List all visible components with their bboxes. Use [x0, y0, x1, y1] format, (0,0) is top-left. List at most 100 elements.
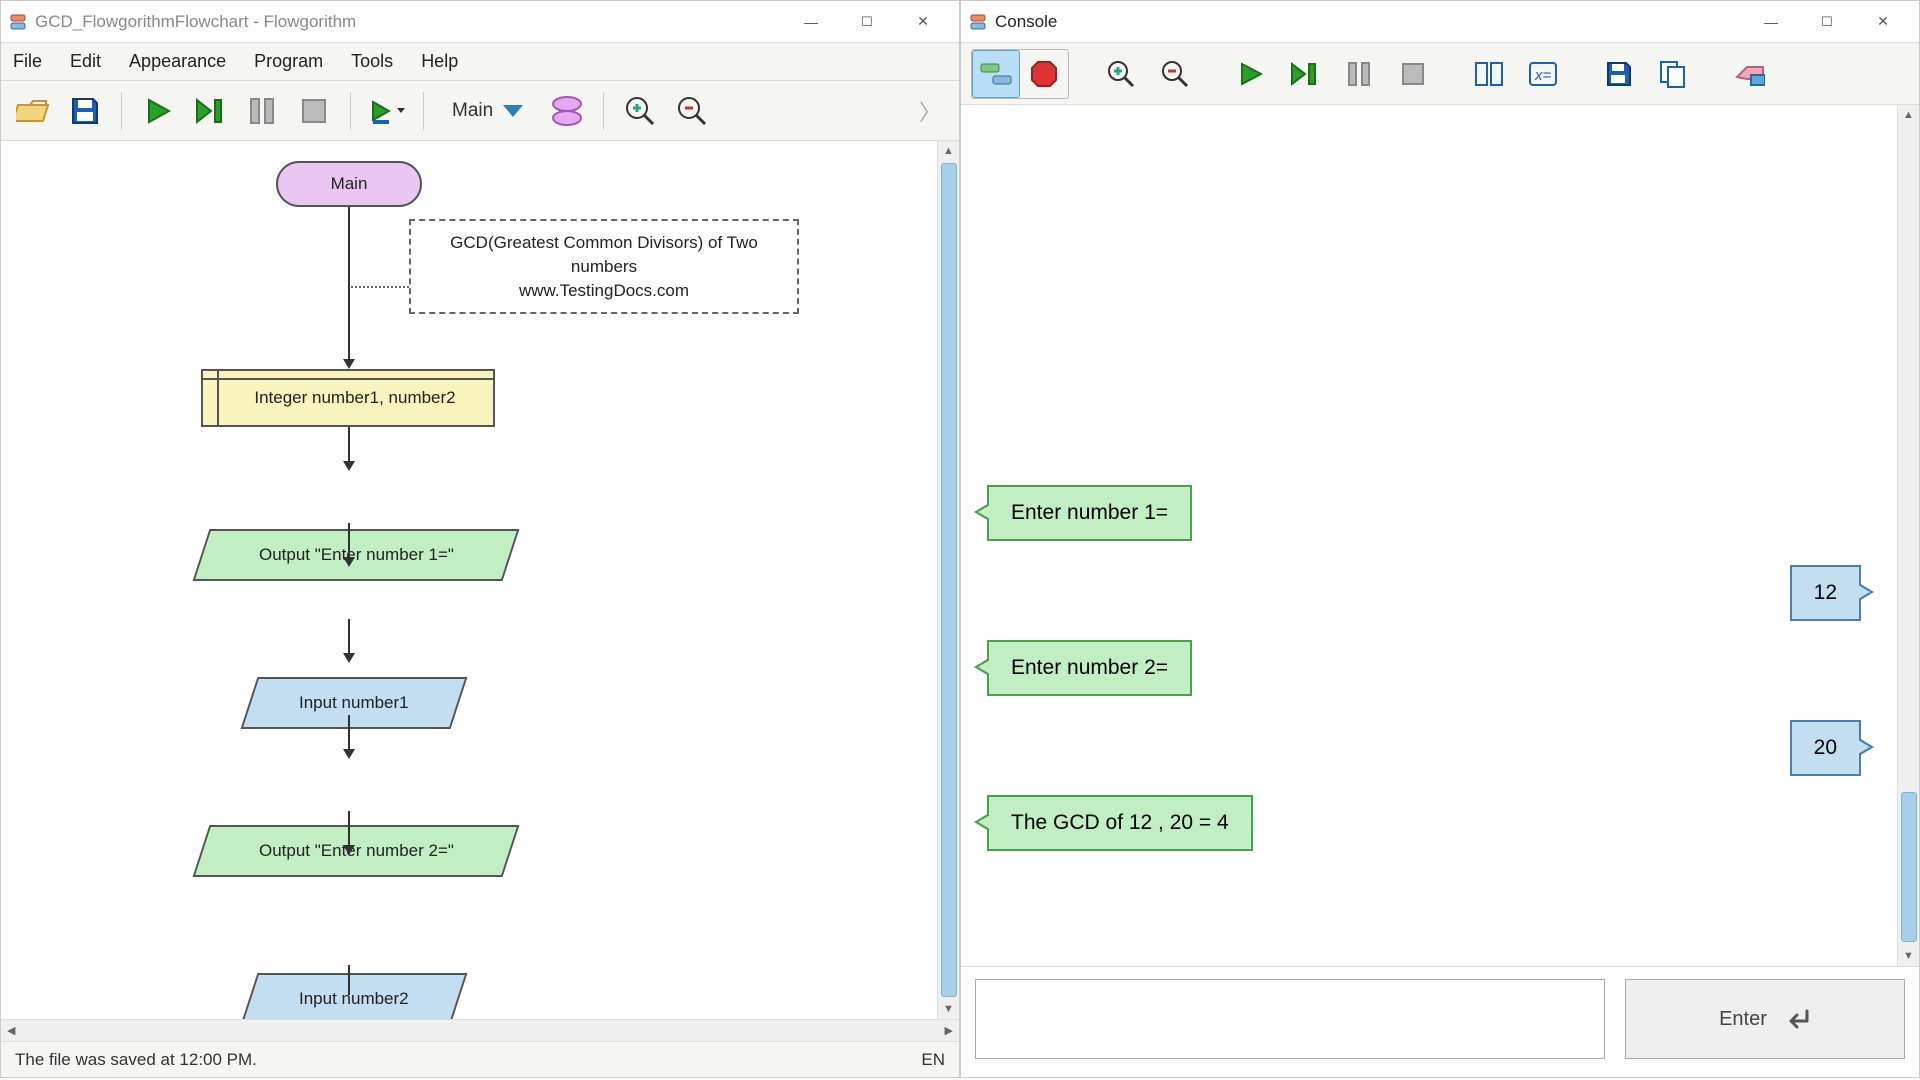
step-button[interactable] — [1281, 50, 1329, 98]
flow-arrow — [348, 523, 350, 559]
input-node-1[interactable]: Input number1 — [241, 677, 468, 729]
copy-button[interactable] — [1649, 50, 1697, 98]
comment-node[interactable]: GCD(Greatest Common Divisors) of Two num… — [409, 219, 799, 314]
scroll-right-icon[interactable]: ▶ — [939, 1024, 959, 1037]
clear-button[interactable] — [1725, 50, 1773, 98]
console-input-row: Enter — [961, 966, 1919, 1077]
maximize-button[interactable] — [1799, 2, 1855, 42]
bubble-text: 20 — [1814, 736, 1837, 759]
svg-text:x=: x= — [1534, 67, 1552, 84]
console-body: Enter number 1= 12 Enter number 2= 20 Th… — [961, 105, 1919, 966]
menu-appearance[interactable]: Appearance — [129, 51, 226, 72]
console-window: Console — [960, 0, 1920, 1078]
vertical-scrollbar[interactable]: ▲ ▼ — [937, 141, 959, 1019]
output-bubble: The GCD of 12 , 20 = 4 — [987, 795, 1253, 851]
toolbar-separator — [423, 92, 424, 130]
app-icon — [969, 13, 987, 31]
menu-edit[interactable]: Edit — [70, 51, 101, 72]
flow-arrow — [348, 207, 350, 361]
zoom-in-button[interactable] — [1097, 50, 1145, 98]
menu-help[interactable]: Help — [421, 51, 458, 72]
editor-titlebar: GCD_FlowgorithmFlowchart - Flowgorithm — [1, 1, 959, 43]
output-node-2[interactable]: Output "Enter number 2=" — [193, 825, 520, 877]
scrollbar-track[interactable] — [1901, 125, 1917, 946]
chevron-right-icon[interactable]: 〉 — [911, 95, 949, 127]
console-input[interactable] — [975, 979, 1605, 1059]
output-bubble: Enter number 2= — [987, 640, 1192, 696]
zoom-out-button[interactable] — [670, 89, 714, 133]
save-button[interactable] — [63, 89, 107, 133]
stop-button[interactable] — [1389, 50, 1437, 98]
chat-view-button[interactable] — [972, 50, 1020, 98]
functions-button[interactable] — [545, 89, 589, 133]
save-button[interactable] — [1595, 50, 1643, 98]
output-node-1[interactable]: Output "Enter number 1=" — [193, 529, 520, 581]
minimize-button[interactable] — [783, 2, 839, 42]
enter-label: Enter — [1719, 1008, 1767, 1031]
arrowhead-icon — [343, 845, 355, 855]
status-text: The file was saved at 12:00 PM. — [15, 1050, 257, 1070]
arrowhead-icon — [343, 461, 355, 471]
flow-arrow — [348, 965, 350, 995]
scroll-left-icon[interactable]: ◀ — [1, 1024, 21, 1037]
scrollbar-thumb[interactable] — [941, 163, 957, 997]
scroll-up-icon[interactable]: ▲ — [943, 141, 954, 161]
app-icon — [9, 13, 27, 31]
menu-tools[interactable]: Tools — [351, 51, 393, 72]
flow-arrow — [348, 811, 350, 847]
function-selector[interactable]: Main — [438, 94, 537, 128]
node-label: Input number1 — [299, 693, 409, 713]
flowchart-canvas[interactable]: Main GCD(Greatest Common Divisors) of Tw… — [1, 141, 937, 1019]
flow-arrow — [348, 427, 350, 463]
window-controls — [783, 2, 951, 42]
console-scrollbar[interactable]: ▲ ▼ — [1897, 105, 1919, 966]
layout-button[interactable] — [1465, 50, 1513, 98]
arrowhead-icon — [343, 749, 355, 759]
variables-button[interactable]: x= — [1519, 50, 1567, 98]
bubble-text: 12 — [1814, 581, 1837, 604]
node-label: Integer number1, number2 — [240, 388, 455, 408]
horizontal-scrollbar[interactable]: ◀ ▶ — [1, 1019, 959, 1041]
terminal-main-node[interactable]: Main — [276, 161, 422, 207]
minimize-button[interactable] — [1743, 2, 1799, 42]
window-controls — [1743, 2, 1911, 42]
flow-arrow — [348, 715, 350, 751]
stop-button[interactable] — [292, 89, 336, 133]
scroll-up-icon[interactable]: ▲ — [1903, 105, 1914, 125]
bubble-text: Enter number 2= — [1011, 656, 1168, 679]
arrowhead-icon — [343, 359, 355, 369]
console-output: Enter number 1= 12 Enter number 2= 20 Th… — [961, 105, 1897, 966]
pause-button[interactable] — [1335, 50, 1383, 98]
statusbar: The file was saved at 12:00 PM. EN — [1, 1041, 959, 1077]
run-button[interactable] — [1227, 50, 1275, 98]
input-node-2[interactable]: Input number2 — [241, 973, 468, 1019]
output-bubble: Enter number 1= — [987, 485, 1192, 541]
menu-file[interactable]: File — [13, 51, 42, 72]
node-label: GCD(Greatest Common Divisors) of Two num… — [450, 231, 758, 302]
menu-program[interactable]: Program — [254, 51, 323, 72]
scroll-down-icon[interactable]: ▼ — [1903, 946, 1914, 966]
node-label: Main — [331, 174, 368, 194]
language-indicator: EN — [921, 1050, 945, 1070]
zoom-in-button[interactable] — [618, 89, 662, 133]
maximize-button[interactable] — [839, 2, 895, 42]
scroll-down-icon[interactable]: ▼ — [943, 999, 954, 1019]
input-bubble: 12 — [1790, 565, 1861, 621]
flow-arrow — [348, 619, 350, 655]
enter-button[interactable]: Enter — [1625, 979, 1905, 1059]
toolbar-separator — [603, 92, 604, 130]
speed-button[interactable] — [365, 89, 409, 133]
close-button[interactable] — [1855, 2, 1911, 42]
declare-node[interactable]: Integer number1, number2 — [201, 369, 495, 427]
pause-button[interactable] — [240, 89, 284, 133]
arrowhead-icon — [343, 653, 355, 663]
scrollbar-thumb[interactable] — [1901, 792, 1917, 942]
text-view-button[interactable] — [1020, 50, 1068, 98]
comment-connector — [351, 286, 409, 288]
arrowhead-icon — [343, 557, 355, 567]
run-button[interactable] — [136, 89, 180, 133]
zoom-out-button[interactable] — [1151, 50, 1199, 98]
step-button[interactable] — [188, 89, 232, 133]
open-button[interactable] — [11, 89, 55, 133]
close-button[interactable] — [895, 2, 951, 42]
